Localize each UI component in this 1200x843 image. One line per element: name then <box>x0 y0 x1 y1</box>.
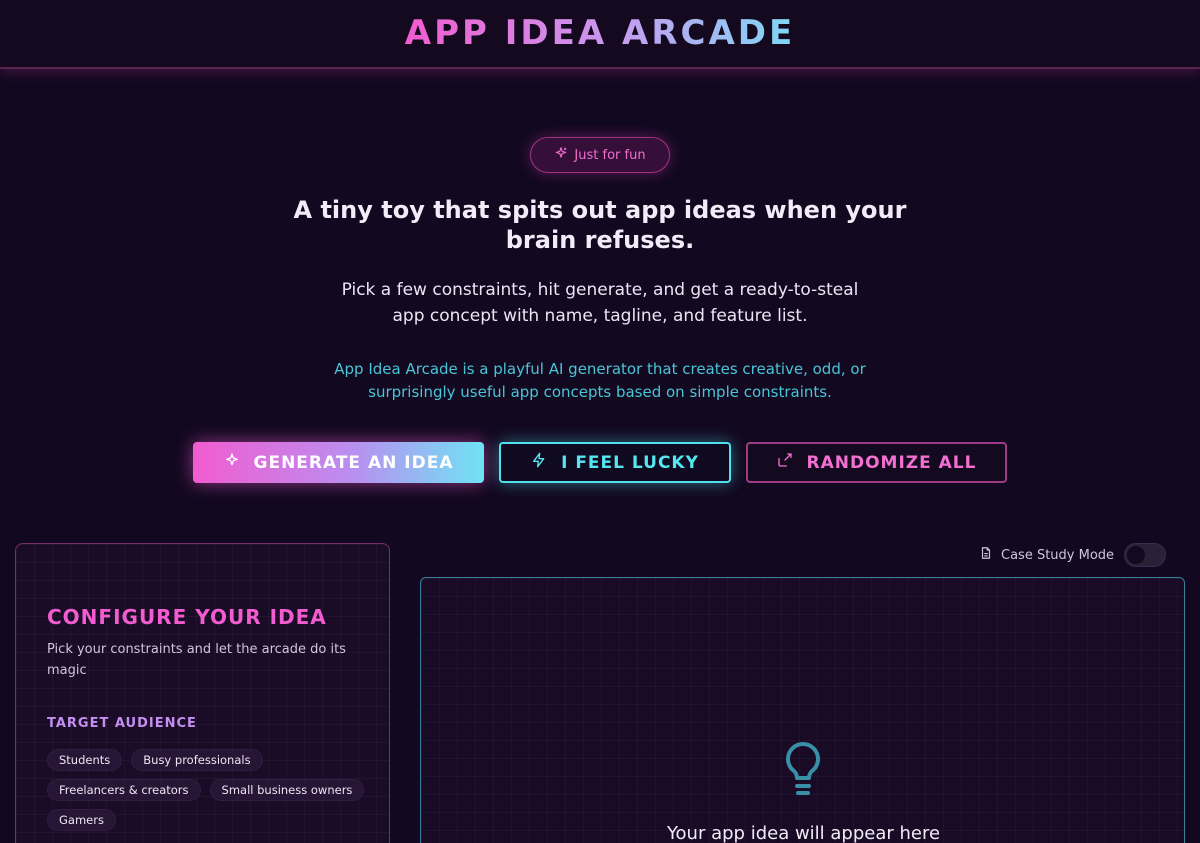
sparkles-icon <box>224 452 240 473</box>
audience-chip-gamers[interactable]: Gamers <box>47 809 116 831</box>
audience-chip-small-business[interactable]: Small business owners <box>209 779 365 801</box>
output-placeholder: Your app idea will appear here <box>666 823 941 843</box>
feel-lucky-button[interactable]: I FEEL LUCKY <box>499 442 731 483</box>
randomize-all-button[interactable]: RANDOMIZE ALL <box>746 442 1007 483</box>
generate-idea-button[interactable]: GENERATE AN IDEA <box>193 442 484 483</box>
randomize-all-label: RANDOMIZE ALL <box>806 452 977 473</box>
configure-panel: CONFIGURE YOUR IDEA Pick your constraint… <box>15 543 390 843</box>
shuffle-icon <box>777 452 793 473</box>
app-title: APP IDEA ARCADE <box>404 12 796 53</box>
lightbulb-icon <box>781 740 825 800</box>
hero-description: App Idea Arcade is a playful AI generato… <box>334 360 866 401</box>
feel-lucky-label: I FEEL LUCKY <box>561 452 699 473</box>
configure-subtitle: Pick your constraints and let the arcade… <box>47 642 346 678</box>
case-study-toggle-row: Case Study Mode <box>979 543 1179 567</box>
sparkles-icon <box>554 146 568 164</box>
configure-title: CONFIGURE YOUR IDEA <box>47 605 327 629</box>
hero-headline: A tiny toy that spits out app ideas when… <box>293 196 907 254</box>
audience-chip-freelancers[interactable]: Freelancers & creators <box>47 779 201 801</box>
toggle-knob <box>1127 546 1146 564</box>
audience-chip-list: Students Busy professionals Freelancers … <box>47 749 377 831</box>
case-study-toggle[interactable] <box>1124 543 1167 567</box>
document-icon <box>979 546 993 564</box>
app-header: APP IDEA ARCADE <box>0 0 1200 69</box>
just-for-fun-badge: Just for fun <box>530 137 670 173</box>
idea-output-panel: Your app idea will appear here <box>420 577 1185 843</box>
case-study-label: Case Study Mode <box>1001 547 1115 563</box>
hero-subtext: Pick a few constraints, hit generate, an… <box>341 280 859 326</box>
audience-chip-students[interactable]: Students <box>47 749 123 771</box>
lightning-icon <box>531 452 547 473</box>
generate-idea-label: GENERATE AN IDEA <box>253 452 454 473</box>
target-audience-label: TARGET AUDIENCE <box>47 716 197 731</box>
audience-chip-busy-professionals[interactable]: Busy professionals <box>131 749 263 771</box>
badge-label: Just for fun <box>574 147 646 163</box>
